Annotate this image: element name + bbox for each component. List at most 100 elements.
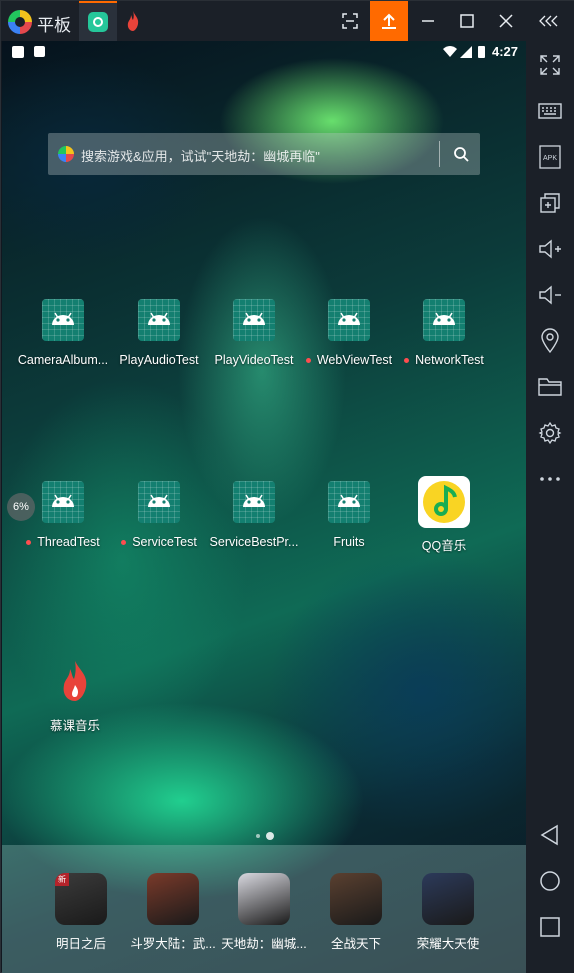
notification-a-icon: [34, 46, 45, 57]
android-icon: [138, 299, 180, 341]
app-webviewtest[interactable]: WebViewTest: [301, 299, 397, 367]
android-screen: 4:27 搜索游戏&应用，试试"天地劫：幽城再临" CameraAlbum...…: [2, 41, 526, 973]
page-dot-active: [266, 831, 274, 840]
folder-icon: [538, 378, 562, 396]
minimize-button[interactable]: [409, 1, 447, 41]
app-label-text: NetworkTest: [415, 353, 484, 367]
tab-fire-app[interactable]: [125, 10, 141, 37]
recent-icon: [540, 917, 560, 937]
app-label: WebViewTest: [301, 353, 397, 367]
app-qq[interactable]: QQ音乐: [396, 476, 492, 554]
dock-app[interactable]: 斗罗大陆：武...: [127, 873, 219, 952]
settings-icon: [538, 421, 562, 445]
dock: 新明日之后 斗罗大陆：武... 天地劫：幽城... 全战天下 荣耀大天使: [2, 845, 526, 973]
android-icon: [42, 299, 84, 341]
volume-up-button[interactable]: [526, 229, 574, 269]
new-install-dot: [121, 540, 127, 546]
settings-button[interactable]: [526, 413, 574, 453]
screenshot-button[interactable]: [331, 1, 369, 41]
app-label: 慕课音乐: [49, 719, 100, 733]
app-label: NetworkTest: [396, 353, 492, 367]
back-button[interactable]: [526, 815, 574, 855]
dock-app[interactable]: 全战天下: [310, 873, 402, 952]
fullscreen-button[interactable]: [526, 45, 574, 85]
app-label-text: ServiceBestPr...: [209, 535, 299, 549]
upload-icon: [382, 13, 396, 29]
keyboard-button[interactable]: [526, 91, 574, 131]
app-label-text: PlayVideoTest: [214, 353, 294, 367]
app-label: ServiceTest: [111, 535, 207, 549]
game-icon: [147, 873, 199, 925]
app-servicetest[interactable]: ServiceTest: [111, 481, 207, 549]
app-playaudiotest[interactable]: PlayAudioTest: [111, 299, 207, 367]
app-mooc-music[interactable]: 慕课音乐: [27, 659, 123, 734]
recent-apps-button[interactable]: [526, 907, 574, 947]
store-logo-icon: [58, 146, 74, 162]
status-time: 4:27: [492, 44, 519, 59]
install-apk-button[interactable]: APK: [526, 137, 574, 177]
wifi-icon: [443, 46, 457, 57]
search-bar[interactable]: 搜索游戏&应用，试试"天地劫：幽城再临": [48, 133, 480, 175]
android-icon: [233, 299, 275, 341]
android-icon: [42, 481, 84, 523]
page-dot: [256, 833, 260, 838]
collapse-sidebar-button[interactable]: [531, 1, 569, 41]
android-icon: [328, 299, 370, 341]
volume-up-icon: [539, 239, 561, 259]
location-icon: [541, 328, 559, 354]
app-label-text: PlayAudioTest: [119, 353, 199, 367]
keyboard-icon: [538, 103, 562, 119]
dock-label: 天地劫：幽城...: [221, 937, 307, 951]
qq-music-icon: [418, 476, 470, 528]
app-cameraalbum[interactable]: CameraAlbum...: [15, 299, 111, 367]
app-label-text: ServiceTest: [132, 535, 197, 549]
game-icon: [238, 873, 290, 925]
android-icon: [328, 481, 370, 523]
home-icon: [540, 871, 560, 891]
apk-icon: APK: [539, 145, 561, 169]
folder-button[interactable]: [526, 367, 574, 407]
app-servicebestpr[interactable]: ServiceBestPr...: [206, 481, 302, 549]
page-indicator: [256, 827, 280, 845]
search-placeholder: 搜索游戏&应用，试试"天地劫：幽城再临": [81, 149, 320, 164]
location-button[interactable]: [526, 321, 574, 361]
search-button[interactable]: [446, 139, 476, 169]
game-icon: [422, 873, 474, 925]
more-button[interactable]: [526, 459, 574, 499]
new-install-dot: [26, 540, 32, 546]
multi-window-button[interactable]: [526, 183, 574, 223]
dock-app[interactable]: 天地劫：幽城...: [218, 873, 310, 952]
app-label-text: WebViewTest: [316, 353, 393, 367]
app-label: ServiceBestPr...: [206, 535, 302, 549]
emulator-window: 平板 4:27 搜索游戏&应用，试试"天地劫：幽城再临" CameraAlbum…: [0, 0, 574, 973]
search-divider: [439, 141, 440, 167]
home-button[interactable]: [526, 861, 574, 901]
dock-app[interactable]: 荣耀大天使: [402, 873, 494, 952]
back-icon: [540, 824, 558, 846]
download-progress: 6%: [7, 493, 35, 521]
app-logo-icon: [8, 10, 32, 34]
tab-app-store[interactable]: [79, 1, 117, 41]
volume-down-button[interactable]: [526, 275, 574, 315]
title-bar: 平板: [1, 1, 574, 41]
search-icon: [454, 147, 469, 162]
fire-icon: [127, 11, 139, 31]
status-bar: 4:27: [2, 41, 526, 63]
app-networktest[interactable]: NetworkTest: [396, 299, 492, 367]
upload-button[interactable]: [370, 1, 408, 41]
minimize-icon: [422, 20, 434, 22]
app-fruits[interactable]: Fruits: [301, 481, 397, 549]
close-button[interactable]: [487, 1, 525, 41]
right-toolbar: APK: [526, 41, 574, 973]
more-icon: [540, 477, 560, 481]
android-icon: [138, 481, 180, 523]
maximize-button[interactable]: [448, 1, 486, 41]
app-playvideotest[interactable]: PlayVideoTest: [206, 299, 302, 367]
app-label: PlayVideoTest: [206, 353, 302, 367]
status-icons: [443, 46, 485, 58]
dock-app[interactable]: 新明日之后: [35, 873, 127, 952]
dock-label: 全战天下: [330, 937, 381, 951]
notification-icon: [12, 46, 24, 58]
app-label: ThreadTest: [15, 535, 111, 549]
svg-text:APK: APK: [543, 155, 557, 162]
